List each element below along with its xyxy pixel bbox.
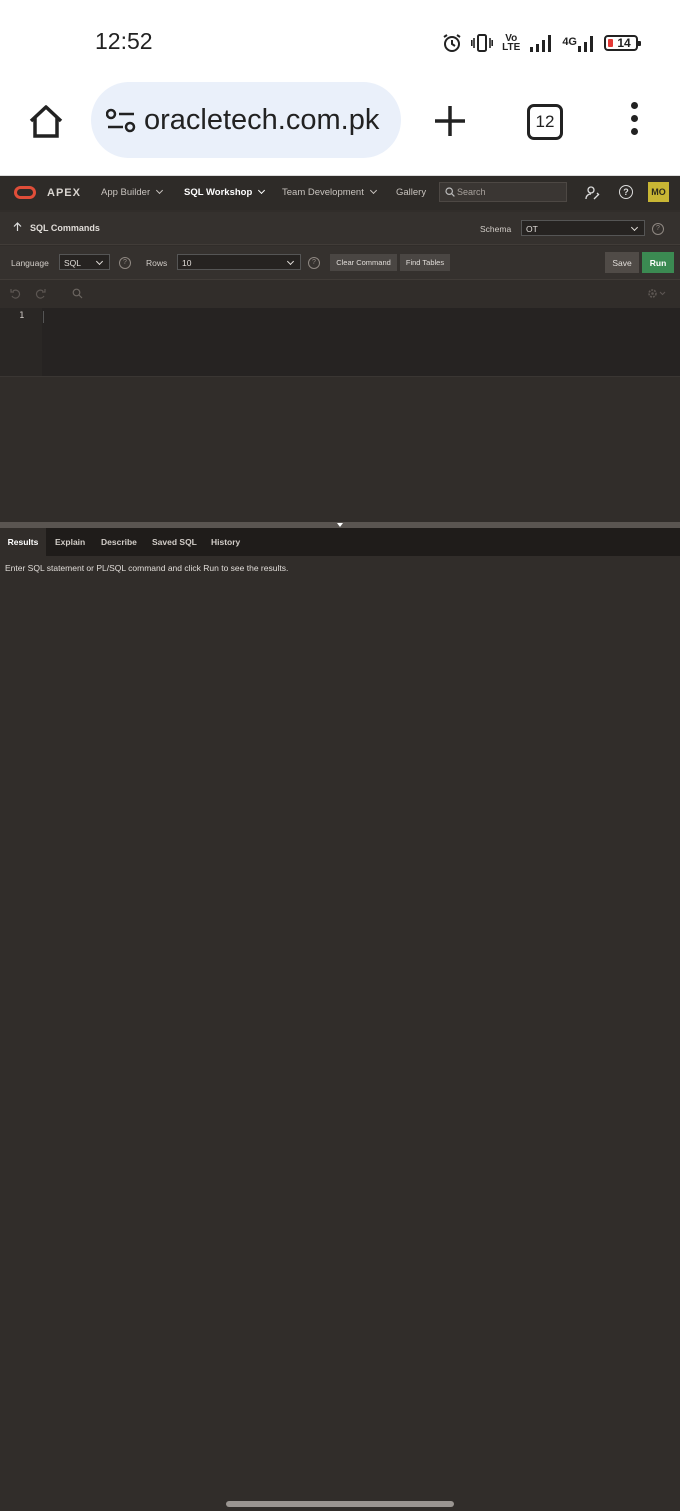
editor-toolbar <box>0 280 680 309</box>
tab-results[interactable]: Results <box>0 528 46 556</box>
chevron-down-icon <box>369 186 377 195</box>
menu-icon[interactable] <box>628 102 640 142</box>
editor-cursor <box>43 311 44 323</box>
gesture-nav-handle[interactable] <box>226 1501 454 1507</box>
nav-sql-workshop[interactable]: SQL Workshop <box>184 186 266 198</box>
redo-icon[interactable] <box>35 288 46 299</box>
browser-toolbar: oracletech.com.pk 12 <box>0 82 680 176</box>
page-title-bar: SQL Commands Schema OT ? <box>0 212 680 245</box>
search-icon <box>445 187 455 197</box>
search-box <box>439 182 567 202</box>
page-title: SQL Commands <box>30 223 100 233</box>
alarm-icon <box>443 34 461 52</box>
tab-explain[interactable]: Explain <box>55 528 85 556</box>
network-4g-icon: 4G <box>562 34 595 52</box>
status-time: 12:52 <box>95 28 153 54</box>
command-toolbar: Language SQL ? Rows 10 ? Clear Command F… <box>0 246 680 280</box>
product-name[interactable]: APEX <box>47 187 81 199</box>
nav-gallery[interactable]: Gallery <box>396 187 426 198</box>
signal-icon <box>530 35 552 52</box>
volte-icon: Vo LTE <box>502 33 521 53</box>
schema-select[interactable]: OT <box>521 220 645 236</box>
find-tables-button[interactable]: Find Tables <box>400 254 450 271</box>
language-select[interactable]: SQL <box>59 254 110 270</box>
tabs-icon[interactable]: 12 <box>527 104 563 140</box>
user-settings-icon[interactable] <box>585 185 601 201</box>
url-text[interactable]: oracletech.com.pk <box>144 104 384 137</box>
nav-team-development[interactable]: Team Development <box>282 186 377 198</box>
save-button[interactable]: Save <box>605 252 639 273</box>
vibrate-icon <box>471 34 494 52</box>
undo-icon[interactable] <box>10 288 21 299</box>
results-tabs: Results Explain Describe Saved SQL Histo… <box>0 528 680 556</box>
avatar[interactable]: MO <box>648 182 669 202</box>
collapse-arrow-icon[interactable] <box>337 523 343 527</box>
line-number: 1 <box>19 311 25 321</box>
line-gutter: 1 <box>0 308 42 376</box>
chevron-down-icon <box>286 257 295 266</box>
rows-help-icon[interactable]: ? <box>308 257 320 269</box>
tab-saved-sql[interactable]: Saved SQL <box>152 528 197 556</box>
chevron-down-icon <box>95 257 104 266</box>
home-icon[interactable] <box>26 102 66 142</box>
help-icon[interactable]: ? <box>619 185 633 199</box>
status-bar: 12:52 Vo LTE 4G 14 <box>0 0 680 82</box>
search-input[interactable] <box>457 185 563 199</box>
new-tab-icon[interactable] <box>432 103 468 139</box>
battery-icon: 14 <box>604 35 641 51</box>
settings-gear-icon[interactable] <box>647 288 667 299</box>
tab-describe[interactable]: Describe <box>101 528 137 556</box>
schema-label: Schema <box>480 224 512 234</box>
find-icon[interactable] <box>72 288 83 299</box>
chevron-down-icon <box>630 223 639 232</box>
language-label: Language <box>11 258 49 268</box>
schema-help-icon[interactable]: ? <box>652 223 664 235</box>
rows-label: Rows <box>146 258 168 268</box>
clear-command-button[interactable]: Clear Command <box>330 254 397 271</box>
nav-app-builder[interactable]: App Builder <box>101 186 164 198</box>
run-button[interactable]: Run <box>642 252 674 273</box>
status-icons: Vo LTE 4G 14 <box>442 30 641 56</box>
tab-history[interactable]: History <box>211 528 240 556</box>
results-message: Enter SQL statement or PL/SQL command an… <box>5 563 289 573</box>
chevron-down-icon <box>258 186 266 195</box>
site-settings-icon[interactable] <box>106 108 136 134</box>
tab-count: 12 <box>535 112 555 131</box>
arrow-up-icon[interactable] <box>13 222 22 232</box>
apex-header: APEX App Builder SQL Workshop Team Devel… <box>0 176 680 210</box>
oracle-logo-icon[interactable] <box>14 186 36 199</box>
chevron-down-icon <box>156 186 164 195</box>
rows-select[interactable]: 10 <box>177 254 301 270</box>
battery-level: 14 <box>617 36 631 50</box>
language-help-icon[interactable]: ? <box>119 257 131 269</box>
sql-editor[interactable]: 1 <box>0 308 680 377</box>
address-bar[interactable]: oracletech.com.pk <box>91 82 401 158</box>
